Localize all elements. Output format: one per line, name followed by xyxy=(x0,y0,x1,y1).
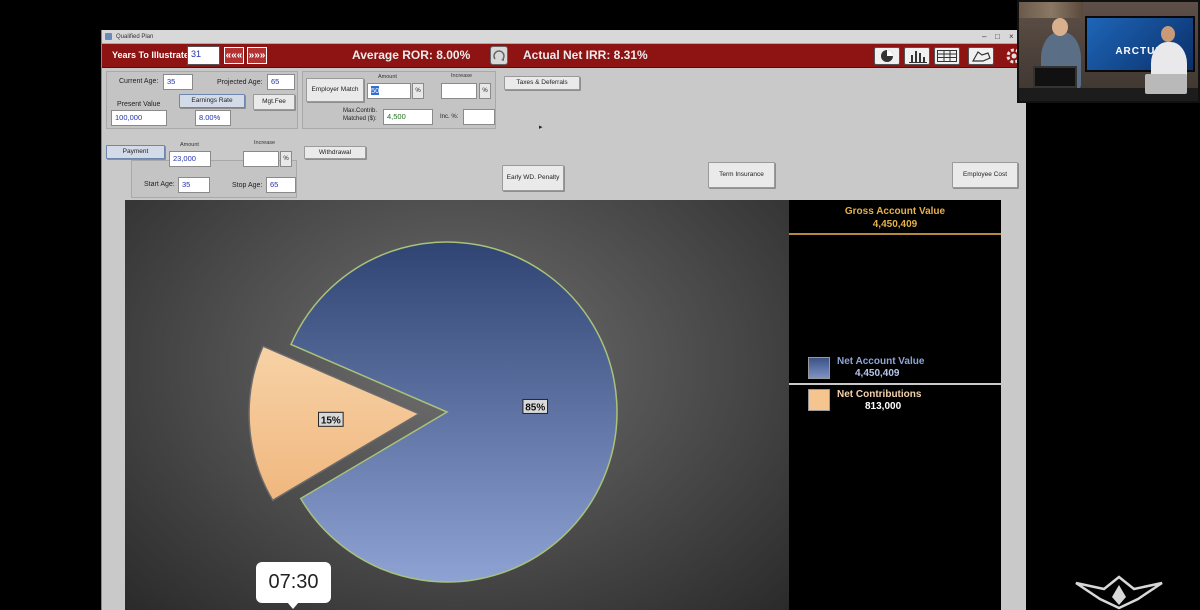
net-account-swatch xyxy=(808,357,830,379)
net-account-label: Net Account Value xyxy=(837,356,925,367)
start-age-label: Start Age: xyxy=(144,181,175,188)
projected-age-input[interactable]: 65 xyxy=(267,74,295,90)
net-contrib-label: Net Contributions xyxy=(837,389,922,400)
stop-age-label: Stop Age: xyxy=(232,182,263,189)
payment-increase-input[interactable] xyxy=(243,151,279,167)
print-button[interactable] xyxy=(968,47,994,65)
channel-logo-icon xyxy=(1075,575,1163,610)
years-input[interactable]: 31 xyxy=(187,46,220,65)
pie-chart-icon xyxy=(881,50,893,62)
legend-divider-white xyxy=(789,383,1001,385)
earnings-rate-button[interactable]: Earnings Rate xyxy=(179,94,245,108)
close-icon[interactable]: × xyxy=(1009,32,1014,42)
stop-age-input[interactable]: 65 xyxy=(266,177,296,193)
net-account-value: 4,450,409 xyxy=(855,368,900,379)
payment-increase-pct-toggle[interactable]: % xyxy=(280,151,292,167)
pie-chart-button[interactable] xyxy=(874,47,900,65)
mgt-fee-button[interactable]: Mgt.Fee xyxy=(253,94,295,110)
net-contrib-value: 813,000 xyxy=(865,401,902,412)
years-label: Years To Illustrate: xyxy=(112,50,192,60)
current-age-label: Current Age: xyxy=(119,78,159,85)
employer-match-button[interactable]: Employer Match xyxy=(306,78,364,102)
inc-pct-label: Inc. %: xyxy=(440,114,459,120)
window-title: Qualified Plan xyxy=(116,34,154,40)
max-contrib-label: Max.Contrib. xyxy=(343,108,378,114)
bar-chart-icon xyxy=(909,51,927,63)
employer-match-panel: Employer Match Amount Increase 50 % % Ma… xyxy=(302,71,496,129)
webcam-overlay: ARCTUM xyxy=(1017,0,1200,103)
pie-chart: 85% 15% xyxy=(248,241,618,583)
withdrawal-button[interactable]: Withdrawal xyxy=(304,146,366,159)
age-panel: Current Age: 35 Projected Age: 65 Presen… xyxy=(106,71,298,129)
minimize-icon[interactable]: – xyxy=(982,32,986,42)
webcam-shelf xyxy=(1019,2,1083,18)
payment-button[interactable]: Payment xyxy=(106,145,165,159)
payment-amount-header: Amount xyxy=(180,142,199,148)
average-ror: Average ROR: 8.00% xyxy=(352,48,471,62)
amount-header: Amount xyxy=(378,74,397,80)
maximize-icon[interactable]: □ xyxy=(995,32,1000,42)
video-timestamp: 07:30 xyxy=(256,562,331,609)
presenter-left-head xyxy=(1052,18,1068,36)
chart-legend: Gross Account Value 4,450,409 Net Accoun… xyxy=(789,200,1001,610)
actual-irr: Actual Net IRR: 8.31% xyxy=(523,48,648,62)
max-contrib-input[interactable]: 4,500 xyxy=(383,109,433,125)
present-value-label: Present Value xyxy=(117,101,161,108)
current-age-input[interactable]: 35 xyxy=(163,74,193,90)
refresh-icon xyxy=(493,50,505,61)
window-titlebar: Qualified Plan – □ × xyxy=(102,30,1026,44)
qualified-plan-window: Qualified Plan – □ × Years To Illustrate… xyxy=(101,30,1026,610)
webcam-monitor xyxy=(1033,66,1077,88)
gross-account-title: Gross Account Value xyxy=(844,206,946,217)
increase-header: Increase xyxy=(451,73,473,79)
term-insurance-button[interactable]: Term Insurance xyxy=(708,162,775,188)
pie-label-net-contributions: 15% xyxy=(321,415,341,426)
employer-match-amount-input[interactable]: 50 xyxy=(367,83,411,99)
gross-account-value: 4,450,409 xyxy=(872,219,918,230)
hand-icon xyxy=(971,51,991,62)
matched-label: Matched ($): xyxy=(343,116,377,122)
presenter-right-head xyxy=(1161,26,1175,42)
chart-area: 85% 15% xyxy=(125,200,789,610)
next-years-button[interactable]: »»» xyxy=(247,47,267,64)
inc-pct-input[interactable] xyxy=(463,109,495,125)
early-wd-penalty-button[interactable]: Early WD. Penalty xyxy=(502,165,564,191)
employer-match-pct-toggle[interactable]: % xyxy=(412,83,424,99)
pie-label-net-account-value: 85% xyxy=(525,402,545,413)
earnings-rate-input[interactable]: 8.00% xyxy=(195,110,231,126)
employer-match-increase-input[interactable] xyxy=(441,83,477,99)
employee-cost-button[interactable]: Employee Cost xyxy=(952,162,1018,188)
table-icon xyxy=(937,50,957,62)
table-view-button[interactable] xyxy=(934,47,960,65)
prev-years-button[interactable]: ««« xyxy=(224,47,244,64)
net-contrib-swatch xyxy=(808,389,830,411)
toolbar: Years To Illustrate: 31 ««« »»» Average … xyxy=(102,44,1026,68)
start-age-input[interactable]: 35 xyxy=(178,177,210,193)
employer-match-increase-pct-toggle[interactable]: % xyxy=(479,83,491,99)
present-value-input[interactable]: 100,000 xyxy=(111,110,167,126)
webcam-laptop xyxy=(1145,74,1187,94)
screen: Qualified Plan – □ × Years To Illustrate… xyxy=(0,0,1200,610)
legend-divider-gold xyxy=(789,233,1001,235)
app-icon xyxy=(105,33,112,40)
taxes-deferrals-button[interactable]: Taxes & Deferrals xyxy=(504,76,580,90)
payment-increase-header: Increase xyxy=(254,140,276,146)
refresh-button[interactable] xyxy=(490,46,508,65)
projected-age-label: Projected Age: xyxy=(217,79,263,86)
payment-amount-input[interactable]: 23,000 xyxy=(169,151,211,167)
bar-chart-button[interactable] xyxy=(904,47,930,65)
mouse-cursor: ▸ xyxy=(539,124,543,131)
